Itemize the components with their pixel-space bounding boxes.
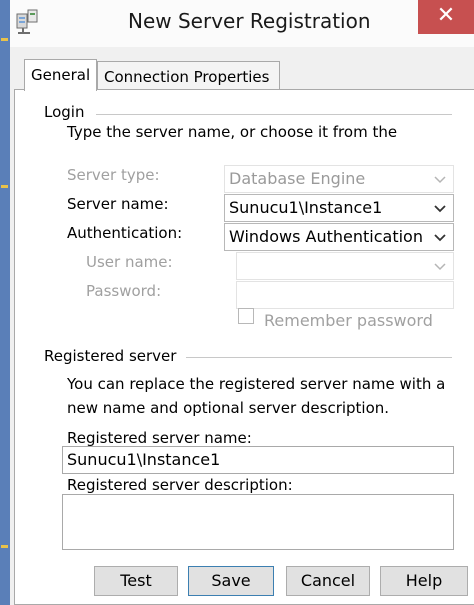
test-button-label: Test [120, 571, 152, 590]
server-registration-icon [14, 8, 40, 36]
user-name-label: User name: [86, 253, 173, 271]
chevron-down-icon [434, 234, 446, 242]
close-icon: ✕ [436, 3, 456, 28]
decorative-mark [1, 545, 8, 548]
window-title: New Server Registration [128, 9, 371, 33]
registered-server-name-value: Sunucu1\Instance1 [67, 450, 221, 469]
login-group-separator [96, 114, 452, 115]
cancel-button-label: Cancel [300, 571, 356, 590]
remember-password-checkbox[interactable] [238, 308, 254, 324]
tab-general[interactable]: General [24, 59, 97, 91]
registered-server-description-label: Registered server description: [67, 476, 293, 494]
save-button-label: Save [211, 571, 251, 590]
server-name-combo[interactable]: Sunucu1\Instance1 [224, 194, 454, 222]
authentication-combo[interactable]: Windows Authentication [224, 223, 454, 251]
login-instruction: Type the server name, or choose it from … [67, 123, 398, 141]
server-name-value: Sunucu1\Instance1 [229, 198, 383, 217]
save-button[interactable]: Save [188, 566, 274, 596]
user-name-combo[interactable] [236, 252, 454, 280]
decorative-mark [1, 38, 8, 41]
tab-general-label: General [31, 66, 91, 84]
chevron-down-icon [434, 263, 446, 271]
server-name-label: Server name: [67, 195, 169, 213]
tab-connection-properties[interactable]: Connection Properties [97, 61, 280, 91]
chevron-down-icon [434, 205, 446, 213]
tab-connection-properties-label: Connection Properties [104, 68, 270, 86]
password-field[interactable] [236, 281, 454, 309]
help-button[interactable]: Help [380, 566, 468, 596]
registered-server-name-input[interactable]: Sunucu1\Instance1 [62, 446, 454, 474]
registered-server-separator [186, 357, 452, 358]
server-type-value: Database Engine [229, 169, 366, 188]
authentication-value: Windows Authentication [229, 227, 423, 246]
registered-server-group-label: Registered server [44, 347, 177, 365]
authentication-label: Authentication: [67, 224, 183, 242]
login-group-label: Login [44, 103, 85, 121]
registered-server-description-line-1: You can replace the registered server na… [67, 375, 446, 393]
registered-server-name-label: Registered server name: [67, 429, 252, 447]
help-button-label: Help [405, 571, 443, 590]
server-type-combo[interactable]: Database Engine [224, 165, 454, 193]
cancel-button[interactable]: Cancel [286, 566, 370, 596]
close-button[interactable]: ✕ [418, 0, 474, 34]
registered-server-description-line-2: new name and optional server description… [67, 399, 390, 417]
remember-password-label: Remember password [264, 311, 433, 330]
decorative-mark [1, 185, 8, 188]
password-label: Password: [86, 282, 162, 300]
test-button[interactable]: Test [94, 566, 178, 596]
chevron-down-icon [434, 176, 446, 184]
registered-server-description-input[interactable] [62, 494, 454, 550]
server-type-label: Server type: [67, 166, 160, 184]
